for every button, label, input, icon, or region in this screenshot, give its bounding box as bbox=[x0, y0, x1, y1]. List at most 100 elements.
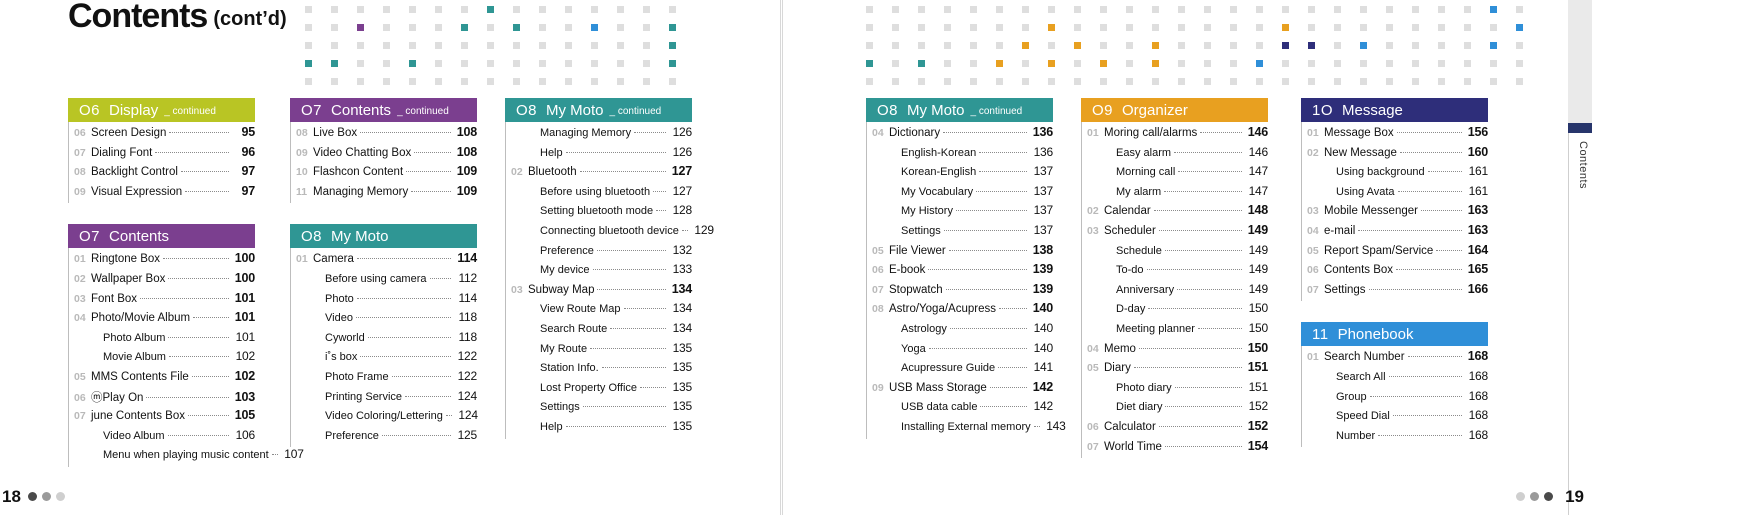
toc-section-header[interactable]: O7 Contents bbox=[68, 224, 255, 249]
toc-entry[interactable]: Diet diary 152 bbox=[1082, 399, 1268, 419]
toc-entry[interactable]: 02 Wallpaper Box 100 bbox=[69, 271, 255, 291]
toc-entry[interactable]: 10 Flashcon Content 109 bbox=[291, 164, 477, 184]
toc-entry[interactable]: Station Info. 135 bbox=[506, 360, 692, 380]
toc-entry[interactable]: i˚s box 122 bbox=[291, 349, 477, 369]
toc-entry[interactable]: 06 E-book 139 bbox=[867, 262, 1053, 282]
toc-section-header[interactable]: 1O Message bbox=[1301, 98, 1488, 122]
toc-entry[interactable]: Connecting bluetooth device 129 bbox=[506, 223, 714, 243]
toc-entry[interactable]: 07 Dialing Font 96 bbox=[69, 145, 255, 165]
toc-entry[interactable]: 05 MMS Contents File 102 bbox=[69, 369, 255, 389]
toc-entry[interactable]: 03 Mobile Messenger 163 bbox=[1302, 203, 1488, 223]
toc-entry[interactable]: Acupressure Guide 141 bbox=[867, 360, 1053, 380]
toc-entry[interactable]: 05 File Viewer 138 bbox=[867, 243, 1053, 263]
toc-entry[interactable]: Number 168 bbox=[1302, 428, 1488, 448]
toc-entry[interactable]: 07 june Contents Box 105 bbox=[69, 408, 255, 428]
toc-section-header[interactable]: O8 My Moto _ continued bbox=[505, 98, 692, 122]
toc-entry[interactable]: Lost Property Office 135 bbox=[506, 380, 692, 400]
toc-entry[interactable]: English-Korean 136 bbox=[867, 145, 1053, 165]
toc-entry[interactable]: Meeting planner 150 bbox=[1082, 321, 1268, 341]
toc-entry[interactable]: Korean-English 137 bbox=[867, 164, 1053, 184]
toc-entry[interactable]: Movie Album 102 bbox=[69, 349, 255, 369]
toc-entry[interactable]: 09 Visual Expression 97 bbox=[69, 184, 255, 204]
toc-entry[interactable]: 03 Scheduler 149 bbox=[1082, 223, 1268, 243]
toc-entry[interactable]: Anniversary 149 bbox=[1082, 282, 1268, 302]
toc-entry[interactable]: Managing Memory 126 bbox=[506, 125, 692, 145]
toc-entry[interactable]: Video Coloring/Lettering 124 bbox=[291, 408, 478, 428]
toc-entry[interactable]: Menu when playing music content 107 bbox=[69, 447, 304, 467]
toc-entry[interactable]: D-day 150 bbox=[1082, 301, 1268, 321]
toc-entry[interactable]: Settings 135 bbox=[506, 399, 692, 419]
toc-entry[interactable]: My Route 135 bbox=[506, 341, 692, 361]
toc-entry[interactable]: 07 World Time 154 bbox=[1082, 439, 1268, 459]
toc-entry[interactable]: 06 Contents Box 165 bbox=[1302, 262, 1488, 282]
toc-section-header[interactable]: O9 Organizer bbox=[1081, 98, 1268, 122]
toc-entry[interactable]: Before using camera 112 bbox=[291, 271, 477, 291]
toc-entry[interactable]: Video Album 106 bbox=[69, 428, 255, 448]
toc-entry[interactable]: 01 Message Box 156 bbox=[1302, 125, 1488, 145]
toc-entry[interactable]: USB data cable 142 bbox=[867, 399, 1053, 419]
toc-entry[interactable]: 06 ⓜPlay On 103 bbox=[69, 389, 255, 409]
toc-entry[interactable]: 08 Live Box 108 bbox=[291, 125, 477, 145]
toc-entry[interactable]: 09 Video Chatting Box 108 bbox=[291, 145, 477, 165]
toc-entry[interactable]: My device 133 bbox=[506, 262, 692, 282]
toc-entry[interactable]: 05 Report Spam/Service 164 bbox=[1302, 243, 1488, 263]
toc-entry[interactable]: Installing External memory 143 bbox=[867, 419, 1066, 439]
toc-entry[interactable]: 08 Backlight Control 97 bbox=[69, 164, 255, 184]
toc-entry[interactable]: 09 USB Mass Storage 142 bbox=[867, 380, 1053, 400]
toc-entry[interactable]: View Route Map 134 bbox=[506, 301, 692, 321]
toc-entry[interactable]: 03 Font Box 101 bbox=[69, 291, 255, 311]
toc-entry[interactable]: 08 Astro/Yoga/Acupress 140 bbox=[867, 301, 1053, 321]
toc-entry[interactable]: 01 Ringtone Box 100 bbox=[69, 251, 255, 271]
toc-entry[interactable]: 07 Stopwatch 139 bbox=[867, 282, 1053, 302]
toc-section-header[interactable]: O8 My Moto _ continued bbox=[866, 98, 1053, 122]
toc-entry[interactable]: 02 Bluetooth 127 bbox=[506, 164, 692, 184]
toc-entry[interactable]: 04 Dictionary 136 bbox=[867, 125, 1053, 145]
side-tab-label[interactable]: Contents bbox=[1565, 137, 1589, 257]
toc-entry[interactable]: Group 168 bbox=[1302, 389, 1488, 409]
toc-entry[interactable]: 01 Search Number 168 bbox=[1302, 349, 1488, 369]
toc-entry[interactable]: 06 Calculator 152 bbox=[1082, 419, 1268, 439]
toc-entry[interactable]: 04 e-mail 163 bbox=[1302, 223, 1488, 243]
toc-entry[interactable]: 04 Memo 150 bbox=[1082, 341, 1268, 361]
toc-entry[interactable]: Preference 132 bbox=[506, 243, 692, 263]
toc-entry[interactable]: 03 Subway Map 134 bbox=[506, 282, 692, 302]
toc-entry[interactable]: My History 137 bbox=[867, 203, 1053, 223]
toc-entry[interactable]: Search All 168 bbox=[1302, 369, 1488, 389]
toc-entry[interactable]: Morning call 147 bbox=[1082, 164, 1268, 184]
toc-entry[interactable]: Cyworld 118 bbox=[291, 330, 477, 350]
toc-entry[interactable]: Video 118 bbox=[291, 310, 477, 330]
toc-entry[interactable]: Schedule 149 bbox=[1082, 243, 1268, 263]
toc-entry[interactable]: 11 Managing Memory 109 bbox=[291, 184, 477, 204]
toc-entry[interactable]: Photo diary 151 bbox=[1082, 380, 1268, 400]
toc-entry[interactable]: Photo 114 bbox=[291, 291, 477, 311]
toc-entry[interactable]: Preference 125 bbox=[291, 428, 477, 448]
toc-entry[interactable]: 04 Photo/Movie Album 101 bbox=[69, 310, 255, 330]
toc-entry[interactable]: My Vocabulary 137 bbox=[867, 184, 1053, 204]
toc-entry[interactable]: 02 New Message 160 bbox=[1302, 145, 1488, 165]
toc-entry[interactable]: Before using bluetooth 127 bbox=[506, 184, 692, 204]
toc-entry[interactable]: Setting bluetooth mode 128 bbox=[506, 203, 692, 223]
toc-entry[interactable]: Easy alarm 146 bbox=[1082, 145, 1268, 165]
toc-entry[interactable]: Yoga 140 bbox=[867, 341, 1053, 361]
toc-entry[interactable]: Search Route 134 bbox=[506, 321, 692, 341]
toc-entry[interactable]: My alarm 147 bbox=[1082, 184, 1268, 204]
toc-entry[interactable]: 01 Camera 114 bbox=[291, 251, 477, 271]
toc-entry[interactable]: 07 Settings 166 bbox=[1302, 282, 1488, 302]
toc-entry[interactable]: Settings 137 bbox=[867, 223, 1053, 243]
toc-entry[interactable]: To-do 149 bbox=[1082, 262, 1268, 282]
toc-entry[interactable]: Photo Album 101 bbox=[69, 330, 255, 350]
toc-section-header[interactable]: O6 Display _ continued bbox=[68, 98, 255, 122]
toc-entry[interactable]: Astrology 140 bbox=[867, 321, 1053, 341]
toc-entry[interactable]: Help 126 bbox=[506, 145, 692, 165]
toc-entry[interactable]: Help 135 bbox=[506, 419, 692, 439]
toc-entry[interactable]: Using Avata 161 bbox=[1302, 184, 1488, 204]
toc-entry[interactable]: Using background 161 bbox=[1302, 164, 1488, 184]
toc-entry[interactable]: 01 Moring call/alarms 146 bbox=[1082, 125, 1268, 145]
toc-section-header[interactable]: O8 My Moto bbox=[290, 224, 477, 249]
toc-entry[interactable]: Printing Service 124 bbox=[291, 389, 477, 409]
toc-entry[interactable]: 06 Screen Design 95 bbox=[69, 125, 255, 145]
toc-entry[interactable]: 05 Diary 151 bbox=[1082, 360, 1268, 380]
toc-entry[interactable]: 02 Calendar 148 bbox=[1082, 203, 1268, 223]
toc-entry[interactable]: Photo Frame 122 bbox=[291, 369, 477, 389]
toc-entry[interactable]: Speed Dial 168 bbox=[1302, 408, 1488, 428]
